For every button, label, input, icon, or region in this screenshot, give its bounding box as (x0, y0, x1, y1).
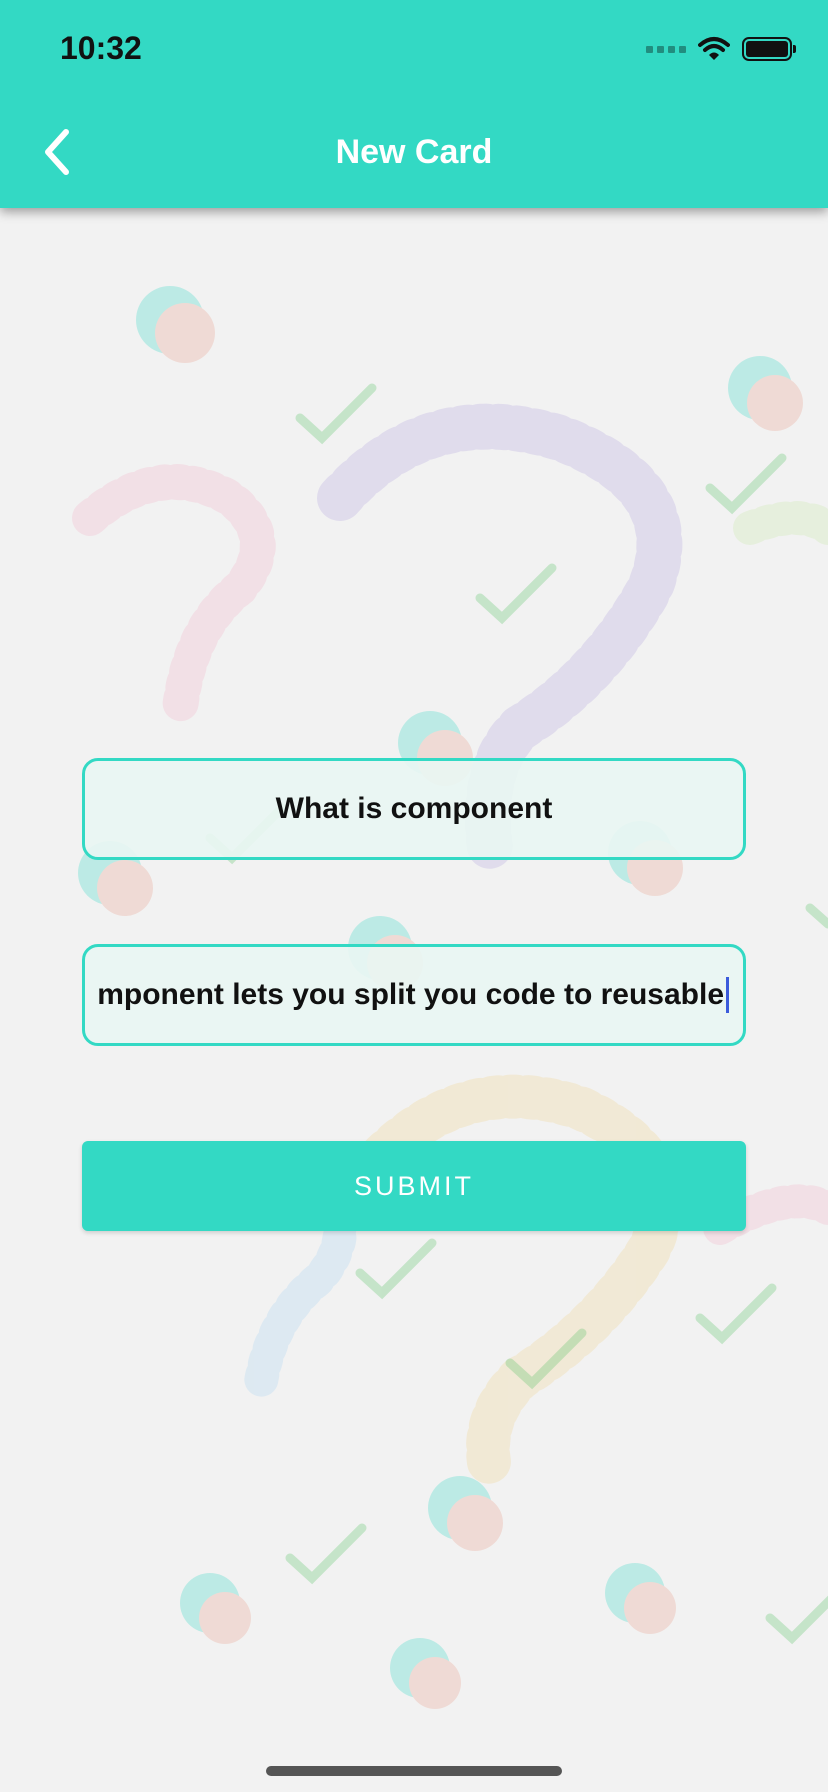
status-time: 10:32 (60, 30, 142, 66)
nav-header: 10:32 New Card (0, 0, 828, 208)
answer-input[interactable]: mponent lets you split you code to reusa… (82, 944, 746, 1046)
home-indicator[interactable] (266, 1766, 562, 1776)
new-card-screen: 10:32 New Card What is component mponent… (0, 0, 828, 1792)
wifi-icon (698, 37, 730, 60)
submit-button-label: SUBMIT (353, 1170, 474, 1201)
page-title: New Card (335, 133, 493, 171)
battery-icon (742, 37, 796, 61)
question-input[interactable]: What is component (82, 758, 746, 860)
submit-button[interactable]: SUBMIT (82, 1141, 746, 1231)
text-cursor (726, 977, 729, 1013)
signal-icon (646, 45, 686, 53)
status-icons (646, 36, 796, 62)
question-input-value: What is component (275, 792, 553, 825)
answer-input-value: mponent lets you split you code to reusa… (97, 978, 724, 1011)
